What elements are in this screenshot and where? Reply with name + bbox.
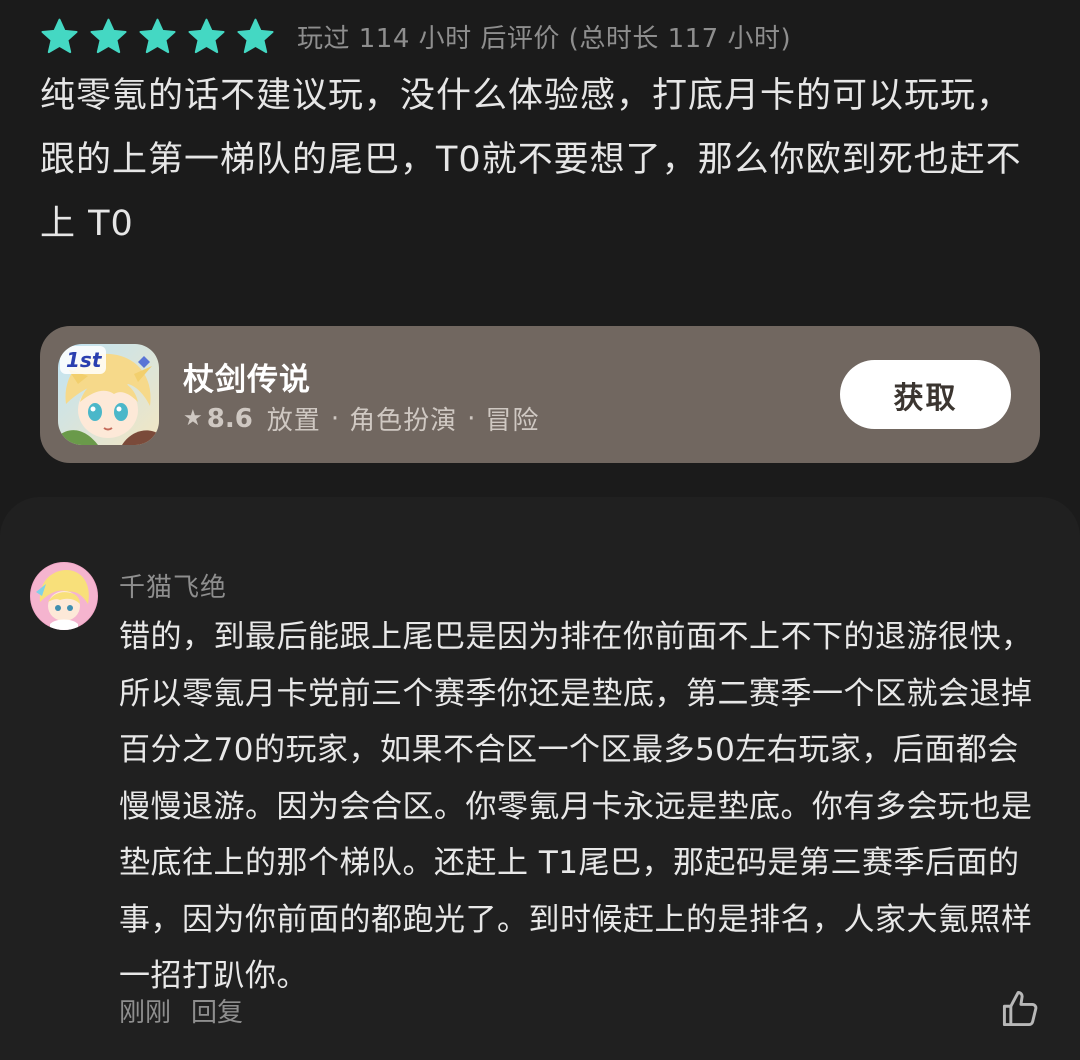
reply-footer: 刚刚 回复 — [119, 992, 243, 1029]
game-card[interactable]: 1st 杖剑传说 ★ 8.6 放置 · 角色扮演 · 冒险 获取 — [40, 326, 1040, 463]
star-icon — [188, 18, 225, 53]
game-score: 8.6 — [206, 403, 253, 434]
reply-author[interactable]: 千猫飞绝 — [119, 567, 227, 604]
user-avatar[interactable] — [30, 562, 98, 630]
reply-time: 刚刚 — [119, 998, 172, 1028]
get-button[interactable]: 获取 — [840, 360, 1011, 429]
tag-separator: · — [330, 403, 340, 434]
rating-star-icon: ★ — [183, 406, 203, 431]
star-icon — [90, 18, 127, 53]
star-icon — [139, 18, 176, 53]
game-tag: 放置 — [266, 406, 321, 436]
tag-separator: · — [467, 403, 476, 434]
star-icon — [41, 18, 78, 53]
reply-button[interactable]: 回复 — [191, 992, 243, 1029]
game-meta: ★ 8.6 放置 · 角色扮演 · 冒险 — [183, 400, 539, 437]
review-detail-page: 玩过 114 小时 后评价 (总时长 117 小时) 纯零氪的话不建议玩，没什么… — [0, 0, 1080, 1060]
rating-row: 玩过 114 小时 后评价 (总时长 117 小时) — [40, 14, 791, 58]
game-tag: 冒险 — [485, 406, 540, 436]
game-icon-badge: 1st — [66, 348, 102, 372]
game-app-icon[interactable]: 1st — [58, 344, 159, 445]
thumbs-up-icon[interactable] — [998, 987, 1042, 1031]
review-text[interactable]: 纯零氪的话不建议玩，没什么体验感，打底月卡的可以玩玩，跟的上第一梯队的尾巴，T0… — [40, 64, 1040, 256]
star-rating — [40, 17, 275, 56]
game-tag: 角色扮演 — [349, 406, 458, 436]
reply-text[interactable]: 错的，到最后能跟上尾巴是因为排在你前面不上不下的退游很快，所以零氪月卡党前三个赛… — [119, 609, 1049, 1005]
reply-panel: 千猫飞绝 错的，到最后能跟上尾巴是因为排在你前面不上不下的退游很快，所以零氪月卡… — [0, 497, 1080, 1060]
play-time-info: 玩过 114 小时 后评价 (总时长 117 小时) — [297, 23, 792, 54]
game-title[interactable]: 杖剑传说 — [183, 354, 311, 399]
star-icon — [237, 18, 274, 53]
